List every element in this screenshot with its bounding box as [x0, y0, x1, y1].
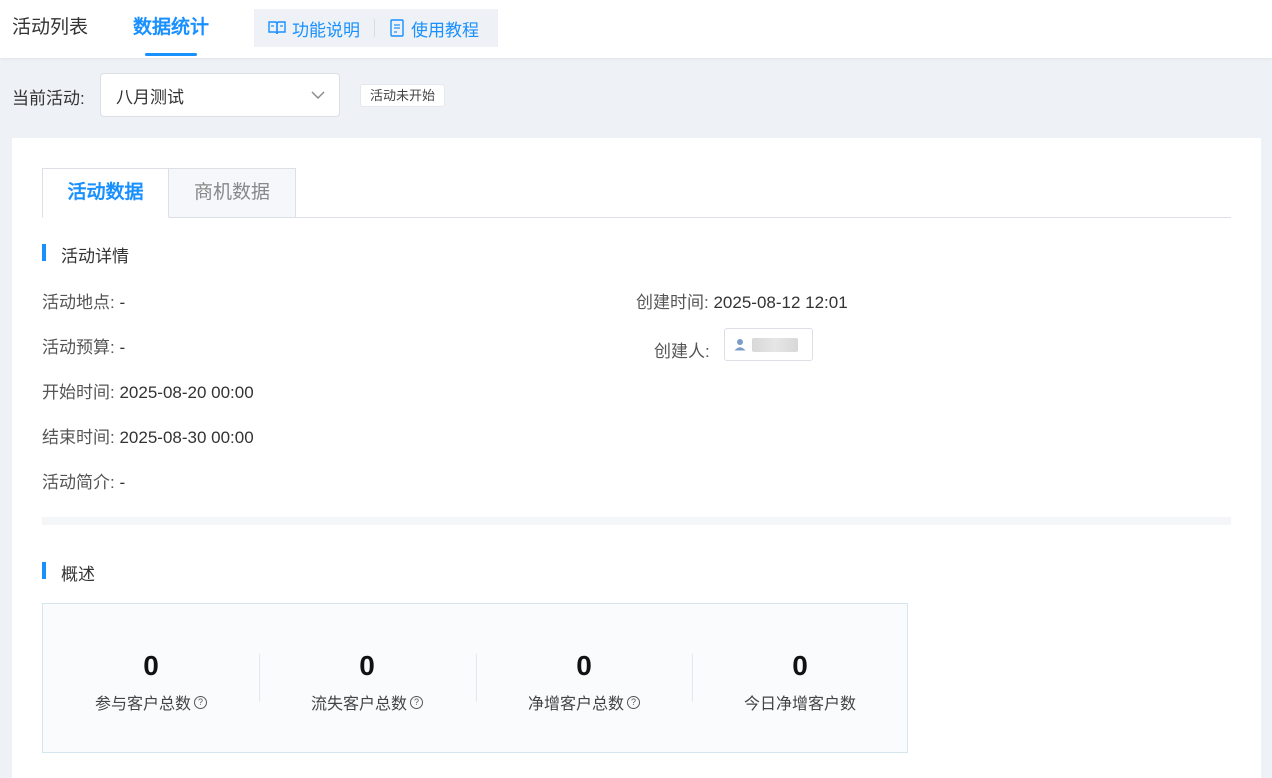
field-end-time: 结束时间: 2025-08-30 00:00 — [42, 423, 254, 448]
user-icon — [734, 339, 746, 351]
intro-label: 活动简介: — [42, 473, 115, 492]
feature-description-link[interactable]: 功能说明 — [254, 9, 374, 47]
creator-chip[interactable] — [724, 328, 813, 361]
creator-name-redacted — [752, 337, 798, 352]
stat-today-net-gain-value: 0 — [792, 650, 808, 681]
book-icon — [268, 21, 286, 35]
created-time-label: 创建时间: — [636, 293, 709, 312]
stat-churned: 0 流失客户总数 ? — [259, 604, 475, 754]
field-location: 活动地点: - — [42, 288, 125, 313]
field-budget: 活动预算: - — [42, 333, 125, 358]
created-time-value: 2025-08-12 12:01 — [713, 293, 848, 312]
start-time-value: 2025-08-20 00:00 — [119, 383, 254, 402]
activity-select[interactable]: 八月测试 — [100, 73, 340, 117]
help-circle-icon[interactable]: ? — [194, 695, 207, 709]
stat-net-gain-label-row: 净增客户总数 ? — [476, 690, 692, 714]
location-label: 活动地点: — [42, 293, 115, 312]
stat-participants-value: 0 — [143, 650, 159, 681]
top-nav: 活动列表 数据统计 功能说明 使用教程 — [0, 0, 1272, 58]
help-circle-icon[interactable]: ? — [410, 695, 423, 709]
field-intro: 活动简介: - — [42, 468, 125, 493]
stat-net-gain: 0 净增客户总数 ? — [476, 604, 692, 754]
stat-today-net-gain-label: 今日净增客户数 — [743, 696, 856, 713]
creator-label: 创建人: — [654, 342, 710, 361]
end-time-value: 2025-08-30 00:00 — [119, 428, 254, 447]
current-activity-label: 当前活动: — [12, 89, 85, 108]
section-title-details: 活动详情 — [42, 242, 129, 267]
budget-value: - — [119, 338, 126, 357]
field-created-time: 创建时间: 2025-08-12 12:01 — [636, 288, 848, 313]
budget-label: 活动预算: — [42, 338, 115, 357]
stat-today-net-gain: 0 今日净增客户数 — [692, 604, 908, 754]
start-time-label: 开始时间: — [42, 383, 115, 402]
stat-churned-label: 流失客户总数 — [310, 696, 407, 713]
section-title-overview: 概述 — [42, 560, 95, 585]
status-badge: 活动未开始 — [360, 84, 446, 107]
tutorial-link[interactable]: 使用教程 — [375, 9, 493, 47]
help-links: 功能说明 使用教程 — [254, 9, 498, 47]
stat-today-net-gain-label-row: 今日净增客户数 — [692, 690, 908, 714]
end-time-label: 结束时间: — [42, 428, 115, 447]
stat-net-gain-label: 净增客户总数 — [527, 696, 624, 713]
stat-participants-label-row: 参与客户总数 ? — [43, 690, 259, 714]
feature-description-label: 功能说明 — [292, 20, 360, 40]
stat-churned-value: 0 — [359, 650, 375, 681]
nav-tab-data-stats[interactable]: 数据统计 — [133, 0, 209, 58]
section-separator — [42, 517, 1231, 525]
stat-participants: 0 参与客户总数 ? — [43, 604, 259, 754]
overview-stats: 0 参与客户总数 ? 0 流失客户总数 ? 0 净增客户总数 ? 0 今日净增客… — [42, 603, 908, 753]
activity-select-value: 八月测试 — [116, 87, 184, 107]
tabs-divider — [42, 217, 1231, 218]
location-value: - — [119, 293, 126, 312]
nav-tab-activity-list[interactable]: 活动列表 — [12, 0, 88, 58]
intro-value: - — [119, 473, 126, 492]
tab-opportunity-data[interactable]: 商机数据 — [169, 168, 296, 218]
stat-churned-label-row: 流失客户总数 ? — [259, 690, 475, 714]
tutorial-label: 使用教程 — [411, 20, 479, 40]
field-start-time: 开始时间: 2025-08-20 00:00 — [42, 378, 254, 403]
tab-activity-data[interactable]: 活动数据 — [42, 168, 169, 218]
help-circle-icon[interactable]: ? — [627, 695, 640, 709]
chevron-down-icon — [311, 91, 325, 99]
stat-net-gain-value: 0 — [576, 650, 592, 681]
document-icon — [390, 19, 404, 37]
stat-participants-label: 参与客户总数 — [94, 696, 191, 713]
nav-tab-data-stats-label: 数据统计 — [133, 17, 210, 38]
main-panel: 活动数据 商机数据 活动详情 活动地点: - 活动预算: - 开始时间: 202… — [12, 138, 1261, 778]
